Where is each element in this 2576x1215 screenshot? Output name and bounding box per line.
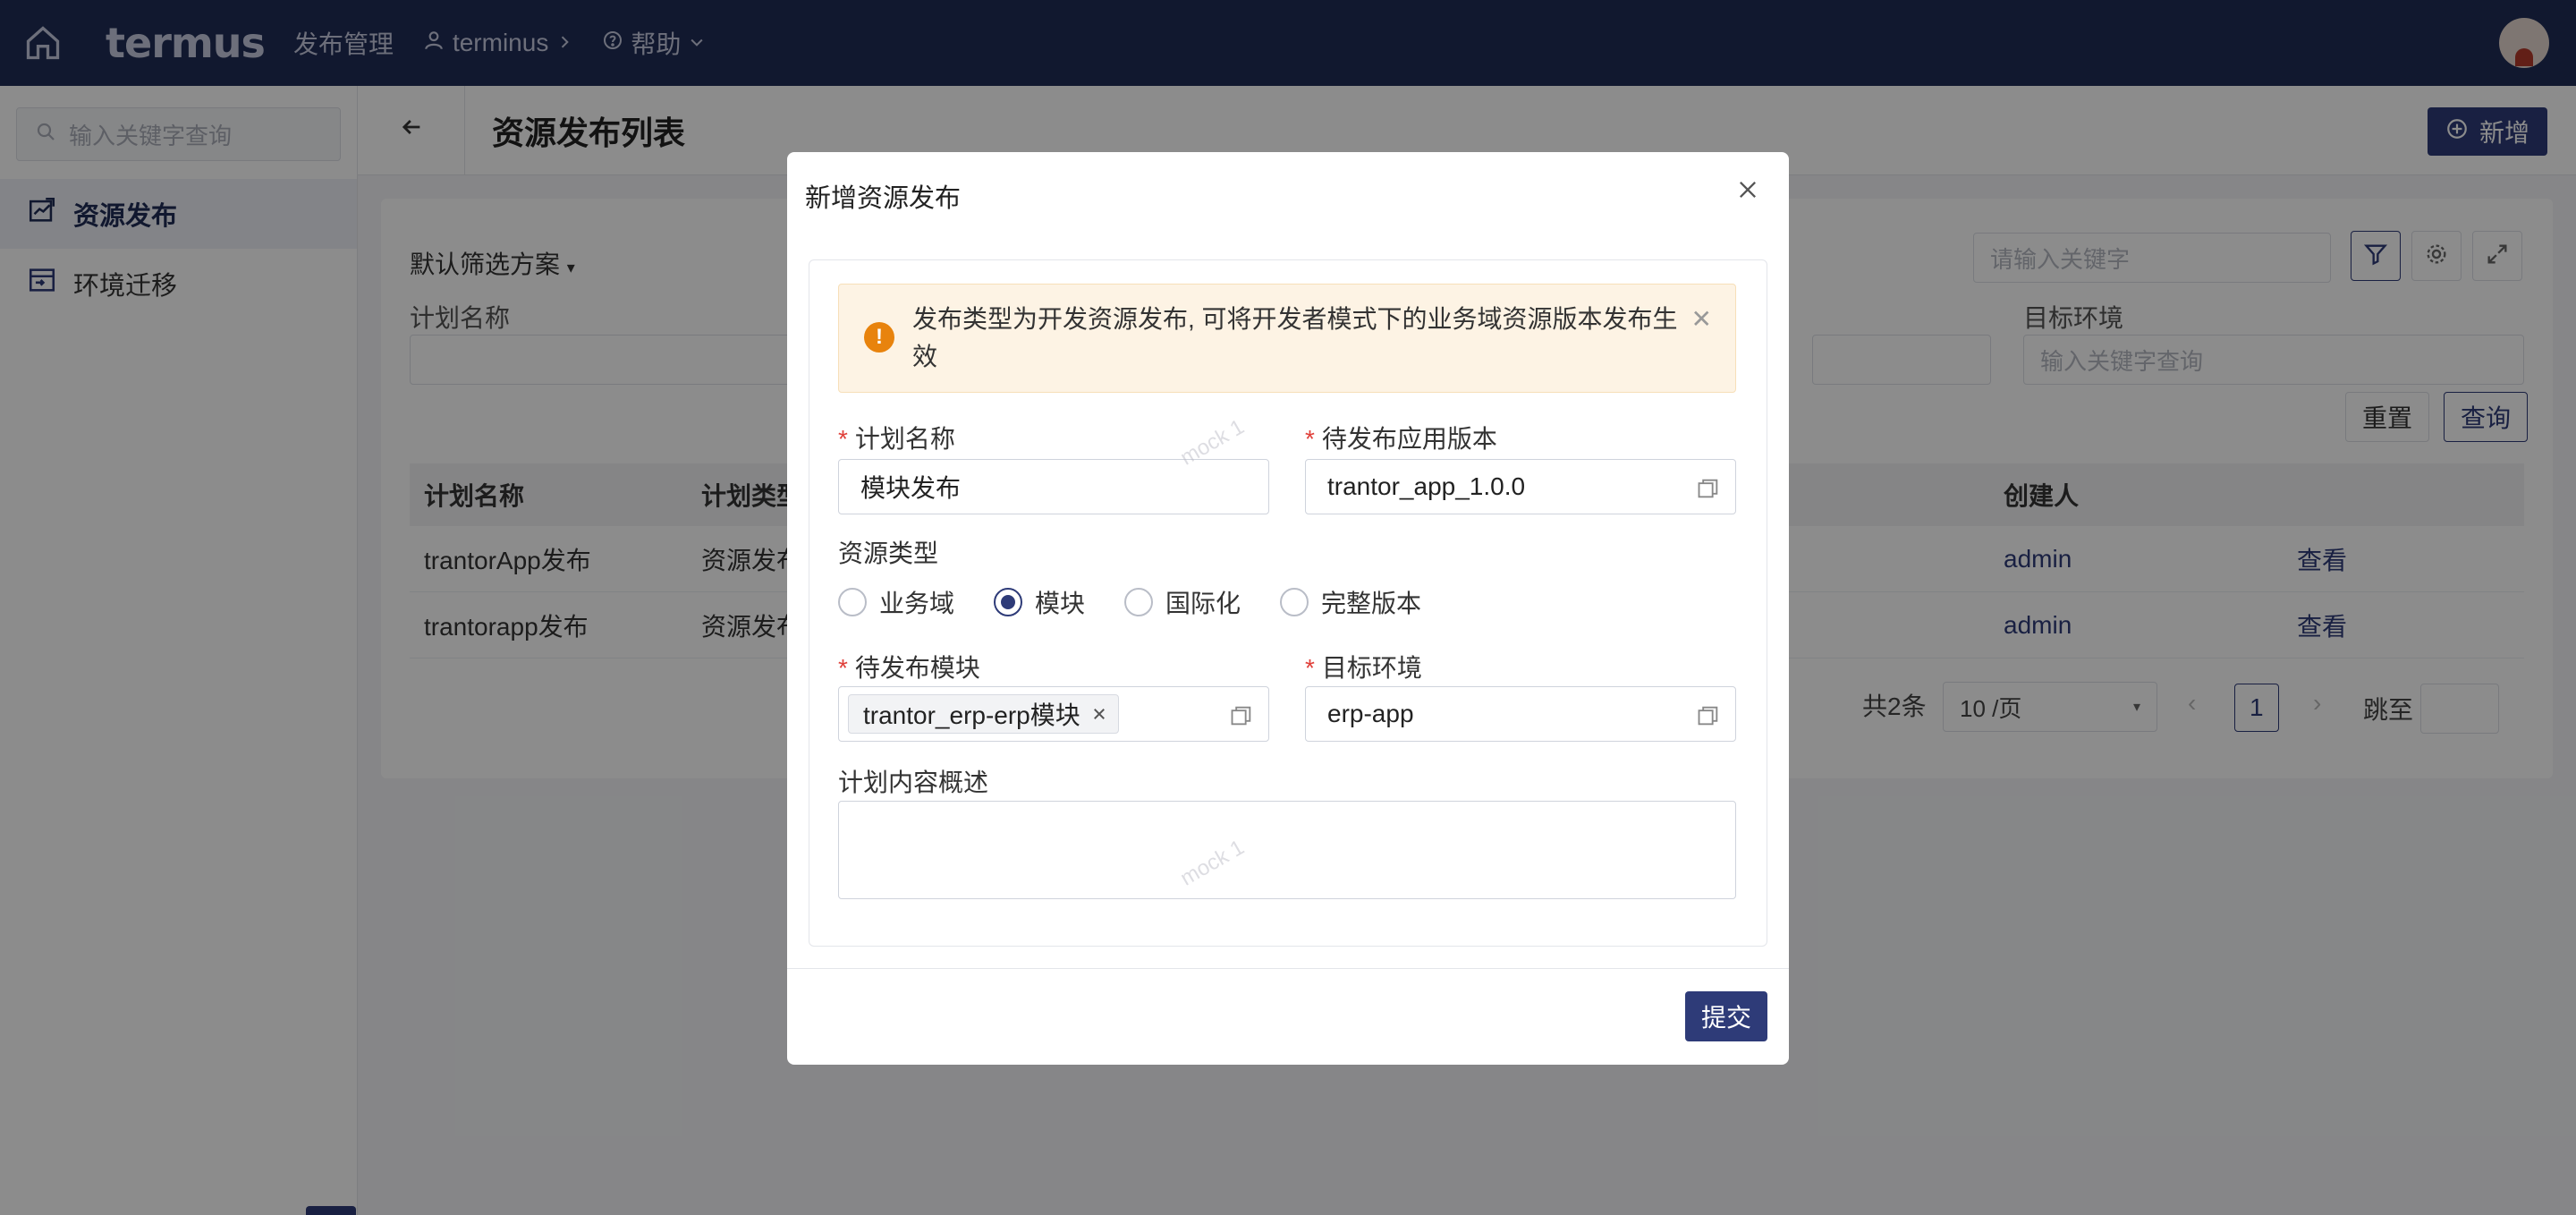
- copy-icon[interactable]: [1229, 703, 1254, 735]
- required-mark: *: [1305, 654, 1315, 682]
- app-version-label: * 待发布应用版本: [1305, 420, 1497, 455]
- module-tag: trantor_erp-erp模块: [848, 694, 1119, 734]
- plan-name-label-text: 计划名称: [854, 425, 955, 453]
- alert-close-icon[interactable]: ✕: [1691, 304, 1712, 334]
- app-version-input[interactable]: trantor_app_1.0.0: [1305, 459, 1736, 514]
- copy-icon[interactable]: [1696, 476, 1721, 507]
- alert-text: 发布类型为开发资源发布, 可将开发者模式下的业务域资源版本发布生效: [912, 305, 1678, 370]
- resource-type-radio-group: 业务域 模块 国际化 完整版本: [838, 584, 1421, 620]
- app-version-label-text: 待发布应用版本: [1321, 425, 1497, 453]
- radio-circle: [838, 588, 867, 616]
- tag-close-icon[interactable]: [1091, 700, 1107, 728]
- module-label: * 待发布模块: [838, 649, 980, 684]
- radio-i18n[interactable]: 国际化: [1124, 584, 1241, 620]
- plan-name-input[interactable]: 模块发布: [838, 459, 1269, 514]
- target-env-label: * 目标环境: [1305, 649, 1422, 684]
- target-env-label-text: 目标环境: [1321, 654, 1422, 682]
- modal-title: 新增资源发布: [805, 184, 962, 213]
- radio-module[interactable]: 模块: [994, 584, 1085, 620]
- submit-button[interactable]: 提交: [1684, 991, 1767, 1041]
- module-tag-label: trantor_erp-erp模块: [863, 701, 1080, 729]
- add-release-modal: 新增资源发布 ! 发布类型为开发资源发布, 可将开发者模式下的业务域资源版本发布…: [787, 152, 1789, 1065]
- target-env-value: erp-app: [1327, 700, 1414, 727]
- summary-textarea[interactable]: [838, 801, 1736, 899]
- radio-label: 完整版本: [1321, 590, 1422, 617]
- plan-name-value: 模块发布: [860, 474, 962, 502]
- radio-circle: [1124, 588, 1154, 616]
- modal-footer-divider: [787, 968, 1789, 969]
- radio-business-domain[interactable]: 业务域: [838, 584, 954, 620]
- radio-label: 模块: [1035, 590, 1086, 617]
- radio-circle-checked: [994, 588, 1023, 616]
- radio-full-version[interactable]: 完整版本: [1280, 584, 1421, 620]
- modal-close-button[interactable]: [1732, 175, 1764, 208]
- info-alert: ! 发布类型为开发资源发布, 可将开发者模式下的业务域资源版本发布生效 ✕: [838, 284, 1736, 393]
- resource-type-label: 资源类型: [838, 540, 939, 567]
- summary-label: 计划内容概述: [838, 769, 989, 796]
- required-mark: *: [1305, 425, 1315, 453]
- plan-name-label: * 计划名称: [838, 420, 955, 455]
- required-mark: *: [838, 425, 848, 453]
- close-icon: [1735, 177, 1760, 207]
- required-mark: *: [838, 654, 848, 682]
- module-select[interactable]: trantor_erp-erp模块: [838, 686, 1269, 742]
- target-env-input[interactable]: erp-app: [1305, 686, 1736, 742]
- radio-circle: [1280, 588, 1309, 616]
- module-label-text: 待发布模块: [854, 654, 980, 682]
- warning-icon: !: [864, 322, 894, 353]
- radio-label: 国际化: [1165, 590, 1241, 617]
- copy-icon[interactable]: [1696, 703, 1721, 735]
- app-version-value: trantor_app_1.0.0: [1327, 472, 1526, 500]
- radio-label: 业务域: [879, 590, 955, 617]
- modal-form: ! 发布类型为开发资源发布, 可将开发者模式下的业务域资源版本发布生效 ✕ * 计…: [809, 259, 1767, 947]
